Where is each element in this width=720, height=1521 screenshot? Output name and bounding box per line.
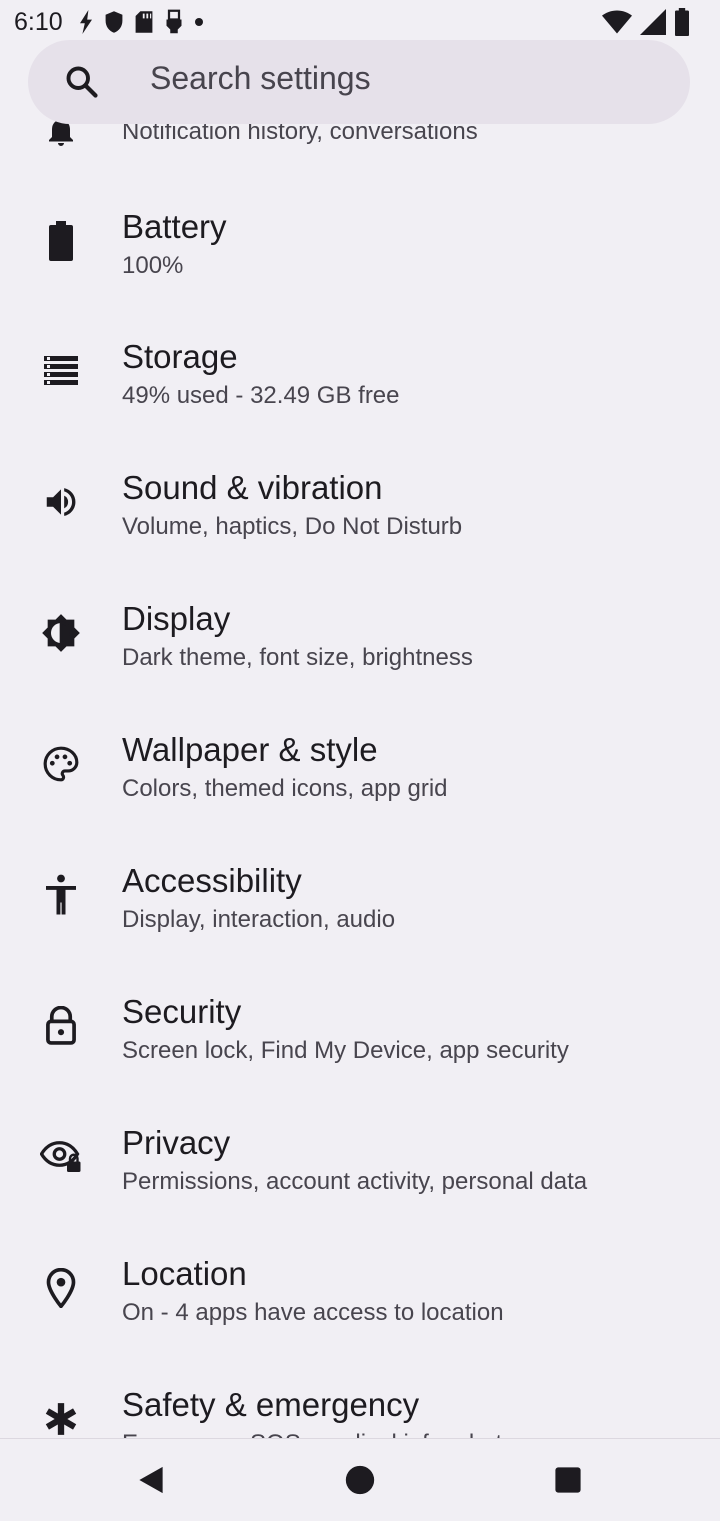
emergency-icon — [36, 1394, 86, 1438]
settings-item-storage[interactable]: Storage 49% used - 32.49 GB free — [0, 306, 720, 436]
storage-icon — [36, 346, 86, 396]
eye-lock-icon — [36, 1132, 86, 1182]
location-pin-icon — [36, 1263, 86, 1313]
settings-item-summary: Screen lock, Find My Device, app securit… — [122, 1037, 569, 1064]
settings-item-title: Safety & emergency — [122, 1386, 420, 1423]
settings-item-title: Sound & vibration — [122, 469, 383, 506]
settings-item-title: Display — [122, 600, 231, 637]
settings-item-summary: Display, interaction, audio — [122, 906, 396, 933]
shield-icon — [104, 10, 124, 34]
volume-icon — [36, 477, 86, 527]
settings-item-battery[interactable]: Battery 100% — [0, 176, 720, 306]
settings-item-title: Battery — [122, 208, 227, 245]
palette-icon — [36, 739, 86, 789]
settings-item-location[interactable]: Location On - 4 apps have access to loca… — [0, 1223, 720, 1353]
wifi-icon — [602, 10, 632, 34]
settings-item-summary: Volume, haptics, Do Not Disturb — [122, 513, 463, 540]
settings-item-safety[interactable]: Safety & emergency Emergency SOS, medica… — [0, 1354, 720, 1438]
settings-item-title: Location — [122, 1255, 247, 1292]
dot-icon — [194, 17, 204, 27]
signal-icon — [640, 9, 666, 35]
settings-item-summary: Emergency SOS, medical info, alerts — [122, 1430, 514, 1438]
settings-item-accessibility[interactable]: Accessibility Display, interaction, audi… — [0, 830, 720, 960]
settings-item-summary: Permissions, account activity, personal … — [122, 1168, 588, 1195]
settings-item-summary: Colors, themed icons, app grid — [122, 775, 448, 802]
settings-item-title: Security — [122, 993, 242, 1030]
status-system-icons — [602, 7, 690, 37]
sd-card-icon — [134, 10, 154, 34]
navigation-bar — [0, 1438, 720, 1521]
settings-item-title: Storage — [122, 338, 238, 375]
status-time: 6:10 — [14, 8, 63, 36]
usb-icon — [164, 9, 184, 35]
flash-icon — [78, 10, 94, 34]
settings-item-summary: 100% — [122, 252, 184, 279]
lock-icon — [36, 1001, 86, 1051]
settings-item-display[interactable]: Display Dark theme, font size, brightnes… — [0, 568, 720, 698]
search-input[interactable]: Search settings — [150, 60, 371, 97]
search-bar[interactable]: Search settings — [28, 40, 690, 124]
settings-item-title: Wallpaper & style — [122, 731, 378, 768]
settings-item-security[interactable]: Security Screen lock, Find My Device, ap… — [0, 961, 720, 1091]
status-notification-icons — [78, 7, 204, 37]
settings-list: Notification history, conversations Batt… — [0, 0, 720, 1438]
settings-item-summary: Dark theme, font size, brightness — [122, 644, 473, 671]
settings-item-summary: On - 4 apps have access to location — [122, 1299, 504, 1326]
battery-icon — [674, 8, 690, 36]
settings-item-wallpaper[interactable]: Wallpaper & style Colors, themed icons, … — [0, 699, 720, 829]
accessibility-icon — [36, 870, 86, 920]
search-icon — [64, 64, 100, 100]
settings-item-title: Accessibility — [122, 862, 302, 899]
brightness-icon — [36, 608, 86, 658]
status-bar: 6:10 — [0, 0, 720, 44]
recents-icon[interactable] — [543, 1455, 593, 1505]
settings-item-title: Privacy — [122, 1124, 231, 1161]
settings-item-sound[interactable]: Sound & vibration Volume, haptics, Do No… — [0, 437, 720, 567]
settings-item-summary: 49% used - 32.49 GB free — [122, 382, 400, 409]
back-icon[interactable] — [126, 1455, 176, 1505]
home-icon[interactable] — [335, 1455, 385, 1505]
battery-icon — [36, 216, 86, 266]
settings-item-privacy[interactable]: Privacy Permissions, account activity, p… — [0, 1092, 720, 1222]
